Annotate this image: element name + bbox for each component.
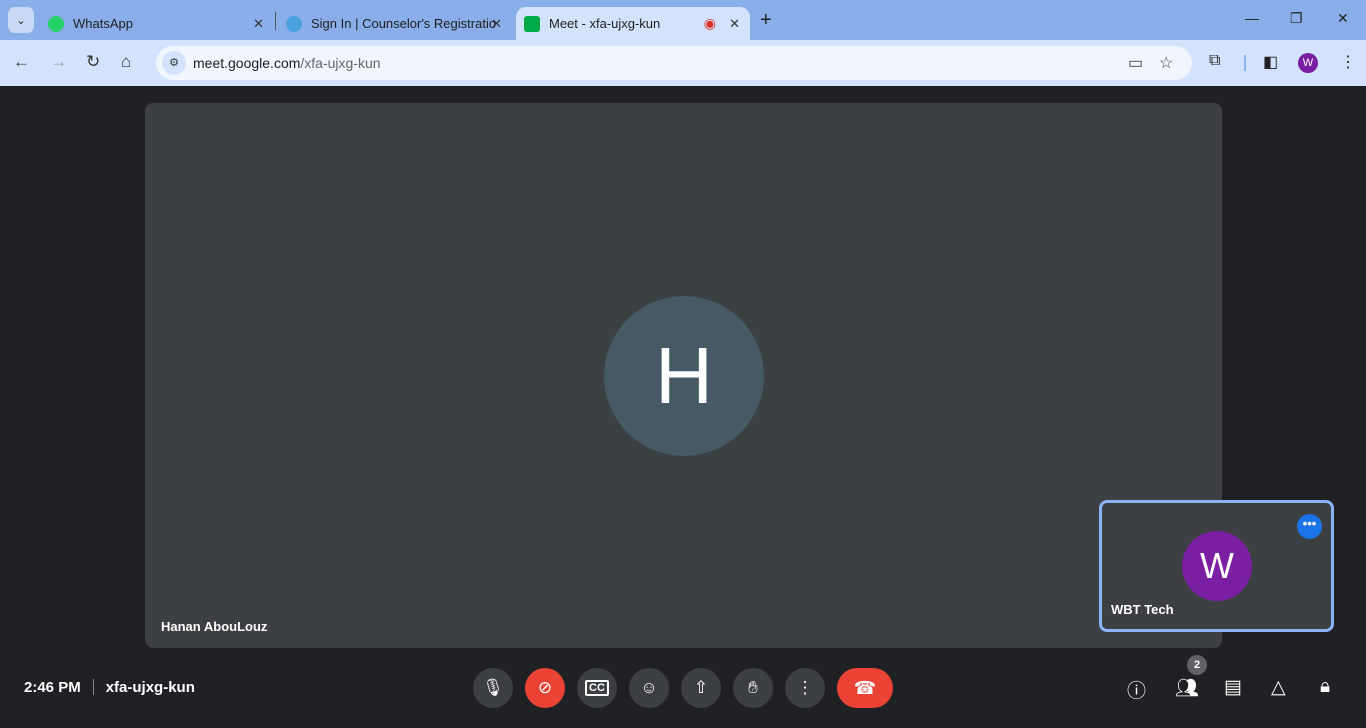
profile-avatar[interactable]: W <box>1298 53 1318 73</box>
emoji-icon: ☺ <box>640 678 658 697</box>
leave-call-button[interactable]: ☎ <box>837 668 893 708</box>
site-icon <box>286 15 302 32</box>
url-text[interactable]: meet.google.com/xfa-ujxg-kun <box>193 55 381 71</box>
url-path: /xfa-ujxg-kun <box>300 55 381 71</box>
more-options-icon[interactable]: ••• <box>1297 514 1322 539</box>
microphone-icon: 🎙︎ <box>482 678 504 697</box>
tab-whatsapp[interactable]: WhatsApp ✕ <box>40 7 274 40</box>
hand-icon: ✋︎ <box>748 678 758 697</box>
participant-name: Hanan AbouLouz <box>161 619 268 634</box>
self-name: WBT Tech <box>1111 602 1174 617</box>
self-video-tile: W ••• WBT Tech <box>1099 500 1334 632</box>
url-host: meet.google.com <box>193 55 301 71</box>
close-tab-icon[interactable]: ✕ <box>729 16 740 32</box>
tab-divider <box>275 12 276 30</box>
main-video-tile: H Hanan AbouLouz <box>145 103 1222 648</box>
reactions-button[interactable]: ☺ <box>629 668 669 708</box>
self-avatar: W <box>1182 531 1252 601</box>
raise-hand-button[interactable]: ✋︎ <box>733 668 773 708</box>
participant-avatar: H <box>604 296 764 456</box>
host-controls-icon[interactable]: 🔒︎ <box>1320 676 1330 698</box>
camera-off-button[interactable]: ⊘ <box>525 668 565 708</box>
tab-label: WhatsApp <box>73 16 133 31</box>
tab-strip: ⌄ WhatsApp ✕ Sign In | Counselor's Regis… <box>0 0 1366 40</box>
tab-sign-in[interactable]: Sign In | Counselor's Registratio ✕ <box>278 7 512 40</box>
tab-label: Meet - xfa-ujxg-kun <box>549 16 661 31</box>
minimize-button[interactable]: — <box>1245 10 1259 26</box>
meeting-info: 2:46 PM xfa-ujxg-kun <box>24 679 195 696</box>
toolbar-divider <box>1244 55 1246 71</box>
recording-icon: ◉ <box>703 15 716 31</box>
meet-icon <box>524 15 540 32</box>
reload-button[interactable]: ↻ <box>86 52 100 72</box>
more-options-button[interactable]: ⋮ <box>785 668 825 708</box>
meeting-time: 2:46 PM <box>24 679 81 696</box>
tab-search-button[interactable]: ⌄ <box>8 7 34 33</box>
captions-button[interactable]: CC <box>577 668 617 708</box>
present-screen-icon: ⇧ <box>693 678 709 697</box>
people-icon[interactable]: 👥︎ <box>1175 676 1199 700</box>
meeting-code: xfa-ujxg-kun <box>105 679 195 696</box>
camera-off-icon: ⊘ <box>537 678 553 697</box>
home-button[interactable]: ⌂ <box>121 52 131 72</box>
site-settings-icon[interactable]: ⚙ <box>162 51 186 75</box>
new-tab-button[interactable]: + <box>760 9 772 32</box>
extensions-icon[interactable]: ⧉ <box>1209 52 1220 70</box>
tab-meet[interactable]: Meet - xfa-ujxg-kun ◉ ✕ <box>516 7 750 40</box>
browser-menu-icon[interactable]: ⋮ <box>1340 52 1356 72</box>
camera-in-use-icon[interactable]: ▭ <box>1128 53 1143 73</box>
whatsapp-icon <box>48 15 64 32</box>
side-panel-icon[interactable]: ◧ <box>1263 52 1278 72</box>
hang-up-icon: ☎ <box>853 678 877 698</box>
divider <box>92 679 94 695</box>
more-vert-icon: ⋮ <box>796 678 814 697</box>
back-button[interactable]: ← <box>13 52 30 72</box>
close-window-button[interactable]: ✕ <box>1337 10 1349 27</box>
chat-icon[interactable]: ▤ <box>1224 676 1242 699</box>
captions-icon: CC <box>585 680 609 696</box>
participant-count-badge: 2 <box>1187 655 1207 675</box>
activities-icon[interactable]: △ <box>1271 676 1286 699</box>
meeting-details-icon[interactable]: ⓘ <box>1127 676 1146 703</box>
close-tab-icon[interactable]: ✕ <box>491 16 502 32</box>
restore-button[interactable]: ❐ <box>1290 10 1303 27</box>
address-bar[interactable]: ⚙ meet.google.com/xfa-ujxg-kun ▭ ☆ <box>156 46 1192 80</box>
forward-button[interactable]: → <box>50 52 67 72</box>
present-button[interactable]: ⇧ <box>681 668 721 708</box>
close-tab-icon[interactable]: ✕ <box>253 16 264 32</box>
microphone-button[interactable]: 🎙︎ <box>473 668 513 708</box>
tab-label: Sign In | Counselor's Registratio <box>311 16 497 31</box>
bookmark-star-icon[interactable]: ☆ <box>1159 53 1173 73</box>
